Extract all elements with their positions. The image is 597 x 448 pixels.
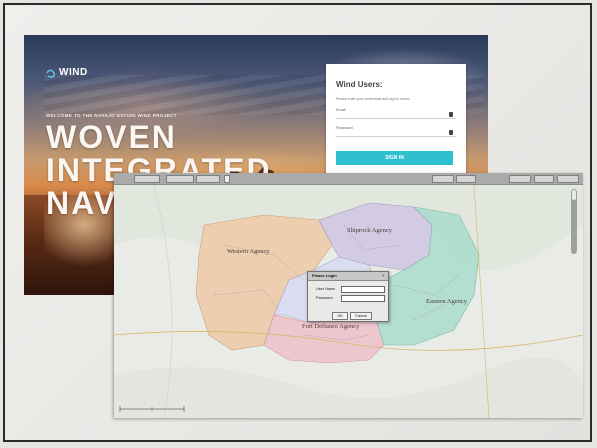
password-label: Password: [316, 296, 333, 300]
toolbar-button[interactable]: [509, 175, 531, 183]
map-toolbar: [114, 173, 583, 185]
password-field[interactable]: [336, 136, 456, 137]
password-input[interactable]: [341, 295, 385, 302]
toolbar-button[interactable]: [557, 175, 579, 183]
hero-line: WOVEN: [46, 119, 177, 155]
label-fort-defiance-agency: Fort Defiance Agency: [302, 323, 360, 330]
wind-logo[interactable]: WIND: [46, 67, 88, 78]
toolbar-button[interactable]: [166, 175, 194, 183]
wind-logo-icon: [46, 69, 56, 78]
login-card-subtitle: Please enter your credentials and sign i…: [336, 97, 411, 101]
login-card-title: Wind Users:: [336, 80, 383, 89]
login-dialog-titlebar: Please Login ×: [308, 272, 388, 281]
label-shiprock-agency: Shiprock Agency: [347, 227, 393, 234]
close-icon[interactable]: ×: [382, 273, 385, 278]
login-dialog-title: Please Login: [312, 273, 337, 278]
label-eastern-agency: Eastern Agency: [426, 298, 468, 305]
login-card: Wind Users: Please enter your credential…: [326, 64, 466, 184]
login-dialog: Please Login × User Name Password OK Can…: [307, 271, 389, 322]
toolbar-button[interactable]: [134, 175, 160, 183]
email-field-icon: [449, 112, 453, 117]
toolbar-button[interactable]: [432, 175, 454, 183]
welcome-text: WELCOME TO THE NAVAJO NATION WIND PROJEC…: [46, 113, 177, 118]
zoom-slider-handle[interactable]: [572, 190, 576, 200]
toolbar-button[interactable]: [534, 175, 554, 183]
email-field[interactable]: [336, 118, 456, 119]
wind-logo-text: WIND: [59, 67, 88, 78]
sign-in-button[interactable]: SIGN IN: [336, 151, 453, 165]
label-western-agency: Western Agency: [227, 248, 270, 255]
toolbar-button[interactable]: [196, 175, 220, 183]
toolbar-button[interactable]: [456, 175, 476, 183]
ok-button[interactable]: OK: [332, 312, 348, 320]
cancel-button[interactable]: Cancel: [350, 312, 372, 320]
toolbar-dropdown-icon[interactable]: [224, 175, 230, 183]
username-input[interactable]: [341, 286, 385, 293]
email-label: Email: [336, 108, 346, 112]
password-label: Password: [336, 126, 353, 130]
username-label: User Name: [316, 287, 336, 291]
zoom-slider[interactable]: [571, 189, 577, 254]
password-field-icon: [449, 130, 453, 135]
